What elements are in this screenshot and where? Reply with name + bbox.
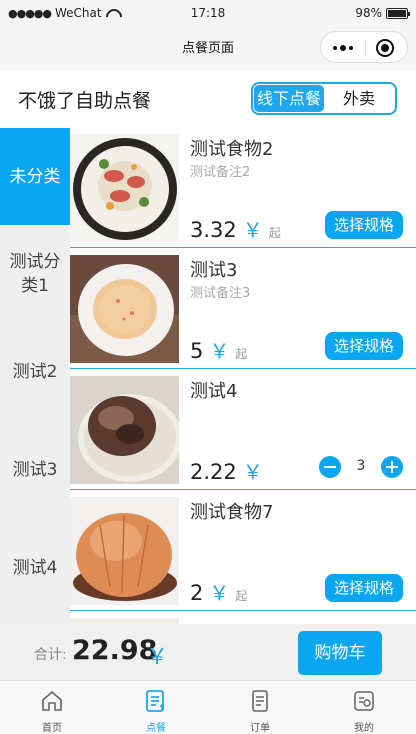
product-name: 测试4 bbox=[190, 381, 238, 402]
product-item: 测试3 测试备注3 5 ￥ 起 选择规格 bbox=[70, 249, 416, 369]
increase-quantity-button[interactable] bbox=[381, 456, 403, 478]
tab-orders[interactable]: 订单 bbox=[208, 681, 312, 734]
miniprogram-capsule bbox=[320, 31, 408, 63]
shopping-cart-button[interactable]: 购物车 bbox=[298, 631, 382, 675]
status-time: 17:18 bbox=[190, 6, 226, 20]
close-icon[interactable] bbox=[376, 39, 394, 57]
product-image bbox=[70, 497, 179, 605]
category-sidebar: 未分类 测试分类1 测试2 测试3 测试4 bbox=[0, 128, 70, 624]
product-price: 5 ￥ 起 bbox=[190, 335, 247, 364]
shop-header: 不饿了自助点餐 线下点餐 外卖 bbox=[0, 70, 416, 128]
currency-symbol: ￥ bbox=[242, 218, 263, 242]
tab-label: 点餐 bbox=[146, 723, 166, 734]
tab-home[interactable]: 首页 bbox=[0, 681, 104, 734]
more-icon[interactable] bbox=[333, 45, 353, 51]
mode-delivery-button[interactable]: 外卖 bbox=[324, 85, 394, 112]
currency-symbol: ￥ bbox=[209, 339, 230, 363]
category-item-test-4[interactable]: 测试4 bbox=[0, 519, 70, 616]
mode-dine-in-button[interactable]: 线下点餐 bbox=[254, 85, 324, 112]
tab-profile[interactable]: 我的 bbox=[312, 681, 416, 734]
choose-spec-button[interactable]: 选择规格 bbox=[325, 332, 403, 360]
product-price: 2 ￥ 起 bbox=[190, 577, 247, 606]
profile-icon bbox=[354, 691, 374, 711]
choose-spec-button[interactable]: 选择规格 bbox=[325, 574, 403, 602]
tab-label: 首页 bbox=[42, 723, 62, 734]
product-image bbox=[70, 255, 179, 363]
price-suffix: 起 bbox=[268, 226, 281, 240]
category-item-test-2[interactable]: 测试2 bbox=[0, 323, 70, 420]
choose-spec-button[interactable]: 选择规格 bbox=[325, 211, 403, 239]
price-value: 5 bbox=[190, 339, 204, 363]
category-item-test-3[interactable]: 测试3 bbox=[0, 421, 70, 518]
tab-label: 我的 bbox=[354, 723, 374, 734]
currency-symbol: ￥ bbox=[242, 460, 263, 484]
price-value: 3.32 bbox=[190, 218, 237, 242]
status-bar: ●●●●● WeChat 17:18 98% bbox=[0, 0, 416, 28]
total-label: 合计: bbox=[34, 647, 67, 663]
product-name: 测试食物7 bbox=[190, 502, 274, 523]
total-amount: 22.98 bbox=[72, 635, 158, 666]
price-value: 2.22 bbox=[190, 460, 237, 484]
product-item: 测试食物2 测试备注2 3.32 ￥ 起 选择规格 bbox=[70, 128, 416, 248]
menu-icon bbox=[146, 690, 164, 712]
category-item-test-1[interactable]: 测试分类1 bbox=[0, 225, 70, 322]
product-item: 测试食物7 2 ￥ 起 选择规格 bbox=[70, 491, 416, 611]
product-name: 测试3 bbox=[190, 260, 238, 281]
price-suffix: 起 bbox=[235, 347, 248, 361]
tab-order-food[interactable]: 点餐 bbox=[104, 681, 208, 734]
order-mode-toggle: 线下点餐 外卖 bbox=[251, 82, 397, 115]
tab-bar: 首页 点餐 订单 我的 bbox=[0, 680, 416, 734]
decrease-quantity-button[interactable] bbox=[319, 456, 341, 478]
product-list: 测试食物2 测试备注2 3.32 ￥ 起 选择规格 测试3 测试备注3 5 ￥ … bbox=[70, 128, 416, 624]
category-item-uncategorized[interactable]: 未分类 bbox=[0, 128, 70, 225]
product-price: 3.32 ￥ 起 bbox=[190, 214, 281, 243]
checkout-bar: 合计: 22.98 ￥ 购物车 bbox=[0, 624, 416, 680]
currency-symbol: ￥ bbox=[209, 581, 230, 605]
product-note: 测试备注3 bbox=[190, 286, 251, 301]
battery-icon bbox=[386, 7, 410, 19]
product-item-partial bbox=[70, 612, 416, 624]
product-item: 测试4 2.22 ￥ 3 bbox=[70, 370, 416, 490]
price-value: 2 bbox=[190, 581, 204, 605]
product-price: 2.22 ￥ bbox=[190, 456, 263, 485]
capsule-divider bbox=[365, 40, 366, 56]
product-note: 测试备注2 bbox=[190, 165, 251, 180]
product-image bbox=[70, 376, 179, 484]
total-currency: ￥ bbox=[146, 645, 169, 670]
price-suffix: 起 bbox=[235, 589, 248, 603]
nav-bar: 点餐页面 bbox=[0, 28, 416, 70]
product-name: 测试食物2 bbox=[190, 139, 274, 160]
product-image bbox=[70, 134, 179, 242]
home-icon bbox=[42, 691, 62, 711]
shop-name: 不饿了自助点餐 bbox=[18, 90, 152, 112]
tab-label: 订单 bbox=[250, 723, 270, 734]
battery-percent: 98% bbox=[355, 6, 382, 20]
quantity-value: 3 bbox=[356, 458, 366, 474]
quantity-stepper: 3 bbox=[319, 456, 405, 480]
order-list-icon bbox=[252, 690, 268, 712]
